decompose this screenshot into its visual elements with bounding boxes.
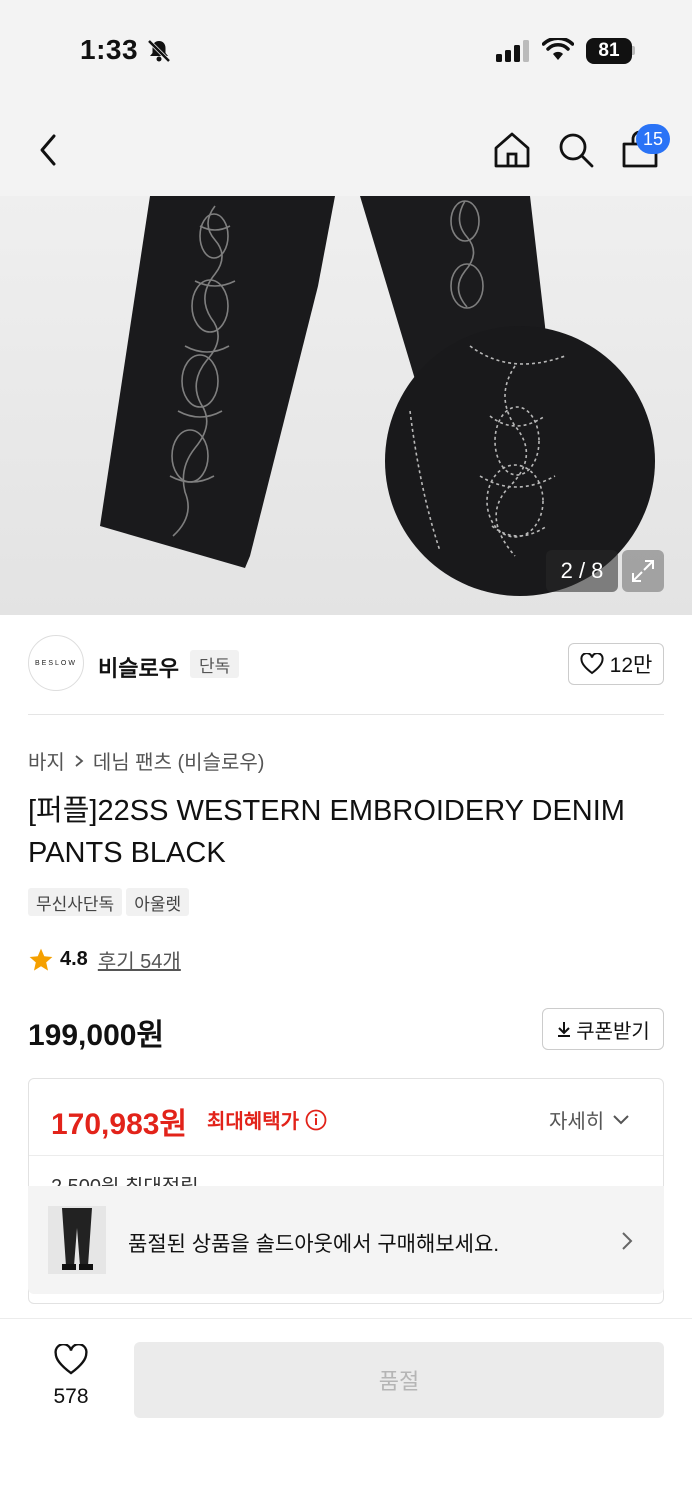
chip-exclusive: 무신사단독 [28,888,123,916]
expand-button[interactable] [622,550,664,592]
breadcrumb-subcategory[interactable]: 데님 팬츠 (비슬로우) [93,746,265,775]
bell-muted-icon [147,39,171,63]
heart-icon [54,1343,88,1375]
expand-icon [632,560,654,582]
heart-icon [580,653,604,675]
home-icon[interactable] [492,130,532,170]
chevron-right-icon [75,754,84,767]
breadcrumb: 바지 데님 팬츠 (비슬로우) [28,746,264,775]
star-icon [29,948,53,971]
wifi-icon [542,38,574,60]
breadcrumb-category[interactable]: 바지 [28,746,65,775]
product-chips: 무신사단독 아울렛 [28,888,190,916]
wishlist-button[interactable]: 578 [40,1343,102,1409]
benefit-detail-toggle[interactable]: 자세히 [549,1105,630,1134]
chevron-right-icon [622,1232,633,1250]
download-icon [558,1022,571,1037]
banner-thumbnail [48,1206,106,1274]
max-benefit-price: 170,983원 [51,1108,188,1141]
benefit-divider [29,1155,663,1156]
search-icon[interactable] [556,130,596,170]
coupon-label: 쿠폰받기 [576,1020,650,1043]
cart-count-badge: 15 [636,124,670,154]
chip-outlet: 아울렛 [126,888,190,916]
coupon-button[interactable]: 쿠폰받기 [542,1008,664,1050]
battery-cap [632,46,635,55]
chevron-down-icon [613,1114,629,1124]
rating-row: 4.8 후기 54개 [28,945,181,974]
original-price: 199,000원 [28,1019,165,1052]
back-arrow-icon[interactable] [34,130,64,170]
rating-score: 4.8 [60,948,88,970]
max-benefit-label-text: 최대혜택가 [207,1111,299,1133]
brand-name[interactable]: 비슬로우 [98,651,179,683]
wishlist-count: 578 [53,1385,89,1408]
max-benefit-label: 최대혜택가 [207,1105,327,1134]
soldout-market-banner[interactable]: 품절된 상품을 솔드아웃에서 구매해보세요. [28,1186,664,1294]
status-time: 1:33 [80,34,139,65]
image-counter: 2 / 8 [546,550,618,592]
brand-logo[interactable]: BESLOW [28,635,84,691]
soldout-banner-text: 품절된 상품을 솔드아웃에서 구매해보세요. [128,1233,500,1256]
divider [28,714,664,715]
sold-out-button[interactable]: 품절 [134,1342,664,1418]
info-icon[interactable] [305,1109,327,1131]
cellular-signal-icon [496,40,529,62]
brand-like-button[interactable]: 12만 [568,643,664,685]
brand-like-count: 12만 [609,654,653,677]
benefit-detail-label: 자세히 [549,1111,605,1133]
review-count-link[interactable]: 후기 54개 [98,945,181,974]
product-title: [퍼플]22SS WESTERN EMBROIDERY DENIM PANTS … [28,795,625,869]
exclusive-tag: 단독 [190,650,240,678]
battery-indicator: 81 [586,38,632,64]
